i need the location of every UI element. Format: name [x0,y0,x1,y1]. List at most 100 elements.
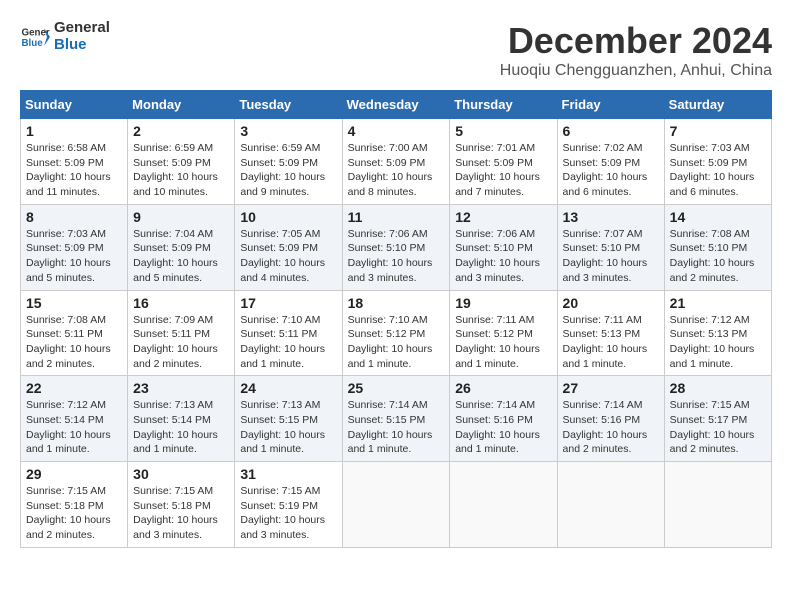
day-info: Sunrise: 7:14 AM Sunset: 5:15 PM Dayligh… [348,398,445,457]
calendar-cell: 20 Sunrise: 7:11 AM Sunset: 5:13 PM Dayli… [557,290,664,376]
calendar-cell: 28 Sunrise: 7:15 AM Sunset: 5:17 PM Dayli… [664,376,771,462]
day-info: Sunrise: 7:15 AM Sunset: 5:18 PM Dayligh… [26,484,122,543]
day-number: 5 [455,123,551,139]
weekday-tuesday: Tuesday [235,91,342,119]
day-info: Sunrise: 7:12 AM Sunset: 5:14 PM Dayligh… [26,398,122,457]
calendar-cell: 5 Sunrise: 7:01 AM Sunset: 5:09 PM Daylig… [450,119,557,205]
day-info: Sunrise: 7:06 AM Sunset: 5:10 PM Dayligh… [348,227,445,286]
day-number: 3 [240,123,336,139]
day-number: 12 [455,209,551,225]
day-number: 29 [26,466,122,482]
day-info: Sunrise: 7:06 AM Sunset: 5:10 PM Dayligh… [455,227,551,286]
day-info: Sunrise: 7:14 AM Sunset: 5:16 PM Dayligh… [455,398,551,457]
calendar-cell: 6 Sunrise: 7:02 AM Sunset: 5:09 PM Daylig… [557,119,664,205]
day-number: 18 [348,295,445,311]
calendar-cell: 30 Sunrise: 7:15 AM Sunset: 5:18 PM Dayli… [128,462,235,548]
day-number: 7 [670,123,766,139]
calendar-cell [557,462,664,548]
weekday-friday: Friday [557,91,664,119]
calendar-cell: 1 Sunrise: 6:58 AM Sunset: 5:09 PM Daylig… [21,119,128,205]
logo: General Blue General Blue [20,20,110,53]
day-info: Sunrise: 7:03 AM Sunset: 5:09 PM Dayligh… [26,227,122,286]
calendar-cell: 26 Sunrise: 7:14 AM Sunset: 5:16 PM Dayli… [450,376,557,462]
calendar-cell: 8Sunrise: 7:03 AM Sunset: 5:09 PM Daylig… [21,204,128,290]
day-number: 19 [455,295,551,311]
weekday-thursday: Thursday [450,91,557,119]
day-info: Sunrise: 7:04 AM Sunset: 5:09 PM Dayligh… [133,227,229,286]
calendar-cell: 23 Sunrise: 7:13 AM Sunset: 5:14 PM Dayli… [128,376,235,462]
calendar-cell: 11 Sunrise: 7:06 AM Sunset: 5:10 PM Dayli… [342,204,450,290]
day-info: Sunrise: 7:15 AM Sunset: 5:18 PM Dayligh… [133,484,229,543]
day-number: 4 [348,123,445,139]
day-info: Sunrise: 7:00 AM Sunset: 5:09 PM Dayligh… [348,141,445,200]
day-number: 21 [670,295,766,311]
calendar-cell: 13 Sunrise: 7:07 AM Sunset: 5:10 PM Dayli… [557,204,664,290]
day-number: 24 [240,380,336,396]
day-info: Sunrise: 7:12 AM Sunset: 5:13 PM Dayligh… [670,313,766,372]
day-number: 10 [240,209,336,225]
day-number: 23 [133,380,229,396]
day-info: Sunrise: 7:13 AM Sunset: 5:14 PM Dayligh… [133,398,229,457]
day-number: 13 [563,209,659,225]
day-info: Sunrise: 7:10 AM Sunset: 5:11 PM Dayligh… [240,313,336,372]
day-number: 20 [563,295,659,311]
weekday-wednesday: Wednesday [342,91,450,119]
day-info: Sunrise: 6:59 AM Sunset: 5:09 PM Dayligh… [133,141,229,200]
calendar-cell: 15 Sunrise: 7:08 AM Sunset: 5:11 PM Dayli… [21,290,128,376]
calendar-cell: 25 Sunrise: 7:14 AM Sunset: 5:15 PM Dayli… [342,376,450,462]
day-number: 6 [563,123,659,139]
day-number: 11 [348,209,445,225]
day-number: 25 [348,380,445,396]
calendar-cell [342,462,450,548]
header: General Blue General Blue December 2024 … [20,20,772,80]
day-number: 17 [240,295,336,311]
calendar-cell: 12 Sunrise: 7:06 AM Sunset: 5:10 PM Dayli… [450,204,557,290]
day-number: 1 [26,123,122,139]
day-number: 31 [240,466,336,482]
logo-icon: General Blue [20,22,50,52]
weekday-monday: Monday [128,91,235,119]
day-info: Sunrise: 7:11 AM Sunset: 5:12 PM Dayligh… [455,313,551,372]
calendar-week-1: 1 Sunrise: 6:58 AM Sunset: 5:09 PM Daylig… [21,119,772,205]
calendar-week-3: 15 Sunrise: 7:08 AM Sunset: 5:11 PM Dayli… [21,290,772,376]
calendar-cell: 3 Sunrise: 6:59 AM Sunset: 5:09 PM Daylig… [235,119,342,205]
month-title: December 2024 [500,20,772,62]
calendar-week-4: 22 Sunrise: 7:12 AM Sunset: 5:14 PM Dayli… [21,376,772,462]
day-info: Sunrise: 6:59 AM Sunset: 5:09 PM Dayligh… [240,141,336,200]
day-number: 30 [133,466,229,482]
day-number: 22 [26,380,122,396]
day-info: Sunrise: 7:02 AM Sunset: 5:09 PM Dayligh… [563,141,659,200]
day-info: Sunrise: 7:01 AM Sunset: 5:09 PM Dayligh… [455,141,551,200]
logo-blue: Blue [54,37,110,54]
day-info: Sunrise: 7:13 AM Sunset: 5:15 PM Dayligh… [240,398,336,457]
day-info: Sunrise: 7:15 AM Sunset: 5:19 PM Dayligh… [240,484,336,543]
day-number: 15 [26,295,122,311]
day-info: Sunrise: 7:07 AM Sunset: 5:10 PM Dayligh… [563,227,659,286]
day-number: 14 [670,209,766,225]
calendar-cell: 22 Sunrise: 7:12 AM Sunset: 5:14 PM Dayli… [21,376,128,462]
calendar-body: 1 Sunrise: 6:58 AM Sunset: 5:09 PM Daylig… [21,119,772,548]
location-title: Huoqiu Chengguanzhen, Anhui, China [500,62,772,80]
day-number: 9 [133,209,229,225]
day-number: 28 [670,380,766,396]
calendar-cell: 2Sunrise: 6:59 AM Sunset: 5:09 PM Daylig… [128,119,235,205]
day-info: Sunrise: 6:58 AM Sunset: 5:09 PM Dayligh… [26,141,122,200]
calendar-cell: 18 Sunrise: 7:10 AM Sunset: 5:12 PM Dayli… [342,290,450,376]
calendar-cell: 16Sunrise: 7:09 AM Sunset: 5:11 PM Dayli… [128,290,235,376]
day-info: Sunrise: 7:10 AM Sunset: 5:12 PM Dayligh… [348,313,445,372]
calendar-week-2: 8Sunrise: 7:03 AM Sunset: 5:09 PM Daylig… [21,204,772,290]
day-info: Sunrise: 7:11 AM Sunset: 5:13 PM Dayligh… [563,313,659,372]
calendar-cell: 4 Sunrise: 7:00 AM Sunset: 5:09 PM Daylig… [342,119,450,205]
day-info: Sunrise: 7:05 AM Sunset: 5:09 PM Dayligh… [240,227,336,286]
weekday-header: SundayMondayTuesdayWednesdayThursdayFrid… [21,91,772,119]
title-area: December 2024 Huoqiu Chengguanzhen, Anhu… [500,20,772,80]
day-info: Sunrise: 7:08 AM Sunset: 5:11 PM Dayligh… [26,313,122,372]
day-info: Sunrise: 7:15 AM Sunset: 5:17 PM Dayligh… [670,398,766,457]
svg-text:Blue: Blue [22,38,44,49]
calendar: SundayMondayTuesdayWednesdayThursdayFrid… [20,90,772,548]
day-number: 16 [133,295,229,311]
day-number: 26 [455,380,551,396]
calendar-cell: 19 Sunrise: 7:11 AM Sunset: 5:12 PM Dayli… [450,290,557,376]
weekday-sunday: Sunday [21,91,128,119]
calendar-cell: 7Sunrise: 7:03 AM Sunset: 5:09 PM Daylig… [664,119,771,205]
